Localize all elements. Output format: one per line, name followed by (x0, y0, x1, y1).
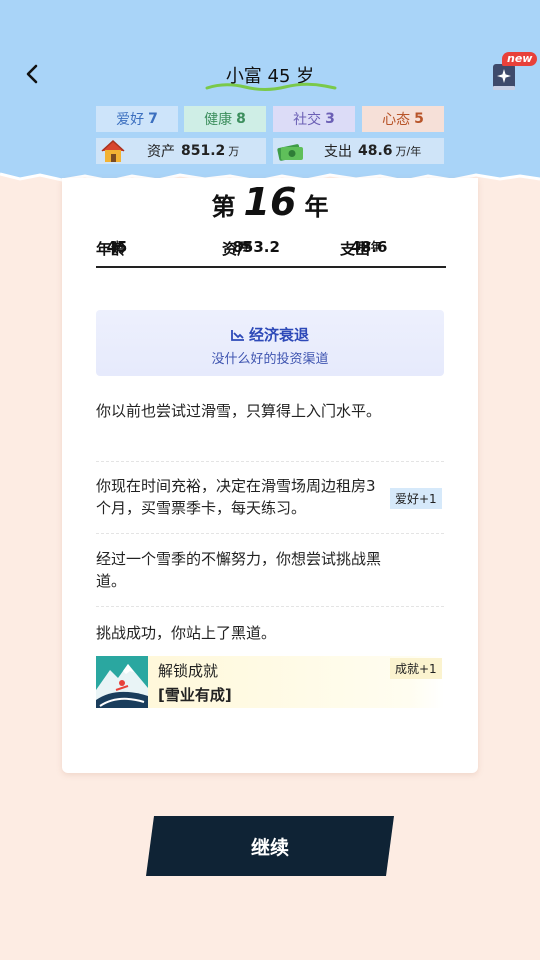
stat-social: 社交 3 (273, 106, 355, 132)
header-expense: 支出 48.6 万/年 (273, 138, 444, 164)
year-number: 16 (243, 180, 297, 224)
header-expense-label: 支出 (324, 144, 352, 160)
stat-hobby-value: 7 (148, 111, 158, 127)
money-icon (277, 144, 303, 161)
year-prefix: 第 (211, 193, 236, 221)
stat-hobby-label: 爱好 (116, 112, 145, 128)
story-divider (96, 606, 444, 607)
stat-health: 健康 8 (184, 106, 266, 132)
event-banner: 经济衰退 没什么好的投资渠道 (96, 310, 444, 376)
stat-mood-value: 5 (414, 111, 424, 127)
header-assets-label: 资产 (147, 144, 175, 160)
header-expense-unit: 万/年 (395, 145, 422, 158)
hobby-plus-tag: 爱好+1 (390, 488, 442, 509)
expense-info: 支出 48.6 万/年 (340, 238, 387, 258)
story-line-1: 你以前也尝试过滑雪，只算得上入门水平。 (96, 402, 382, 420)
summary-divider (96, 266, 446, 268)
ski-achievement-image (96, 656, 148, 708)
continue-button-label[interactable]: 继续 (146, 816, 394, 876)
story-divider (96, 461, 444, 462)
achievement-unlock: 解锁成就 [雪业有成] 成就+1 (96, 656, 444, 708)
achievement-name: [雪业有成] (158, 686, 232, 704)
event-title: 经济衰退 (248, 326, 309, 344)
stat-health-label: 健康 (204, 112, 233, 128)
story-line-2: 你现在时间充裕，决定在滑雪场周边租房3个月，买雪票季卡，每天练习。 (96, 477, 376, 517)
stat-mood-label: 心态 (382, 112, 411, 128)
header-assets: 资产 851.2 万 (96, 138, 266, 164)
title-underline-decoration (205, 82, 337, 91)
story-divider (96, 533, 444, 534)
story-line-4: 挑战成功，你站上了黑道。 (96, 624, 277, 642)
header-assets-value: 851.2 (181, 143, 226, 159)
assets-unit: 万 (237, 240, 249, 253)
stat-health-value: 8 (236, 111, 246, 127)
assets-info: 资产 853.2 万 (222, 238, 280, 258)
new-badge: new (502, 52, 538, 66)
stat-hobby: 爱好 7 (96, 106, 178, 132)
age-info: 年龄 45 岁 (96, 238, 127, 258)
age-unit: 岁 (111, 240, 123, 253)
header-assets-unit: 万 (228, 145, 240, 158)
summary-row: 年龄 45 岁 资产 853.2 万 支出 48.6 万/年 (96, 238, 446, 266)
year-heading: 第 16 年 (62, 180, 478, 224)
year-card: 第 16 年 年龄 45 岁 资产 853.2 万 支出 48.6 万/年 经济… (62, 178, 478, 773)
event-title-row: 经济衰退 (96, 324, 444, 345)
chart-decline-icon (231, 330, 244, 341)
stat-mood: 心态 5 (362, 106, 444, 132)
house-icon (101, 139, 125, 162)
header-expense-value: 48.6 (358, 143, 393, 159)
expense-unit: 万/年 (355, 240, 382, 253)
achievement-plus-tag: 成就+1 (390, 658, 442, 679)
achievement-label: 解锁成就 (158, 662, 219, 680)
year-suffix: 年 (304, 193, 329, 221)
story-line-3: 经过一个雪季的不懈努力，你想尝试挑战黑道。 (96, 550, 382, 590)
stat-social-value: 3 (325, 111, 335, 127)
event-subtitle: 没什么好的投资渠道 (211, 352, 329, 367)
stat-social-label: 社交 (293, 112, 322, 128)
